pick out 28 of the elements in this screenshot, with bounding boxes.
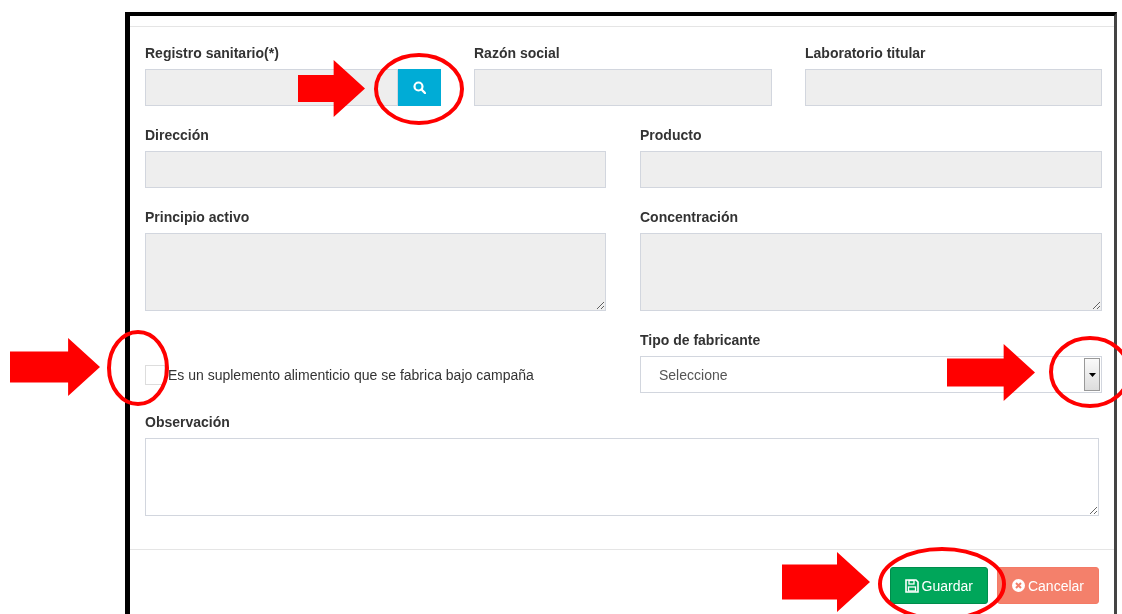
field-label: Producto	[640, 126, 703, 144]
field-label: Registro sanitario(*)	[145, 44, 280, 62]
dropdown-button[interactable]	[1084, 358, 1100, 391]
dropdown-value: Seleccione	[659, 366, 728, 383]
field-label: Laboratorio titular	[805, 44, 927, 62]
field-label: Concentración	[640, 208, 739, 226]
field-label: Razón social	[474, 44, 561, 62]
input-field[interactable]	[805, 69, 1102, 106]
cancel-button[interactable]: Cancelar	[996, 567, 1099, 604]
input-field[interactable]	[640, 151, 1102, 188]
annotation-arrow	[298, 60, 365, 117]
caret-icon	[1088, 372, 1096, 377]
field-label: Dirección	[145, 126, 210, 144]
dropdown[interactable]: Seleccione	[640, 356, 1102, 393]
text-area[interactable]	[145, 233, 606, 311]
save-button[interactable]: Guardar	[889, 567, 988, 604]
search-button[interactable]	[398, 69, 441, 106]
cancel-icon	[1011, 579, 1025, 592]
input-field[interactable]	[474, 69, 772, 106]
field-label: Observación	[145, 413, 231, 431]
text-area[interactable]	[640, 233, 1102, 311]
checkbox-label: Es un suplemento alimenticio que se fabrica bajo campaña	[168, 366, 534, 383]
field-label: Tipo de fabricante	[640, 331, 762, 349]
search-icon	[413, 81, 426, 94]
input-field[interactable]	[145, 151, 606, 188]
field-label: Principio activo	[145, 208, 251, 226]
checkbox[interactable]	[145, 364, 165, 385]
text-area[interactable]	[145, 438, 1099, 516]
